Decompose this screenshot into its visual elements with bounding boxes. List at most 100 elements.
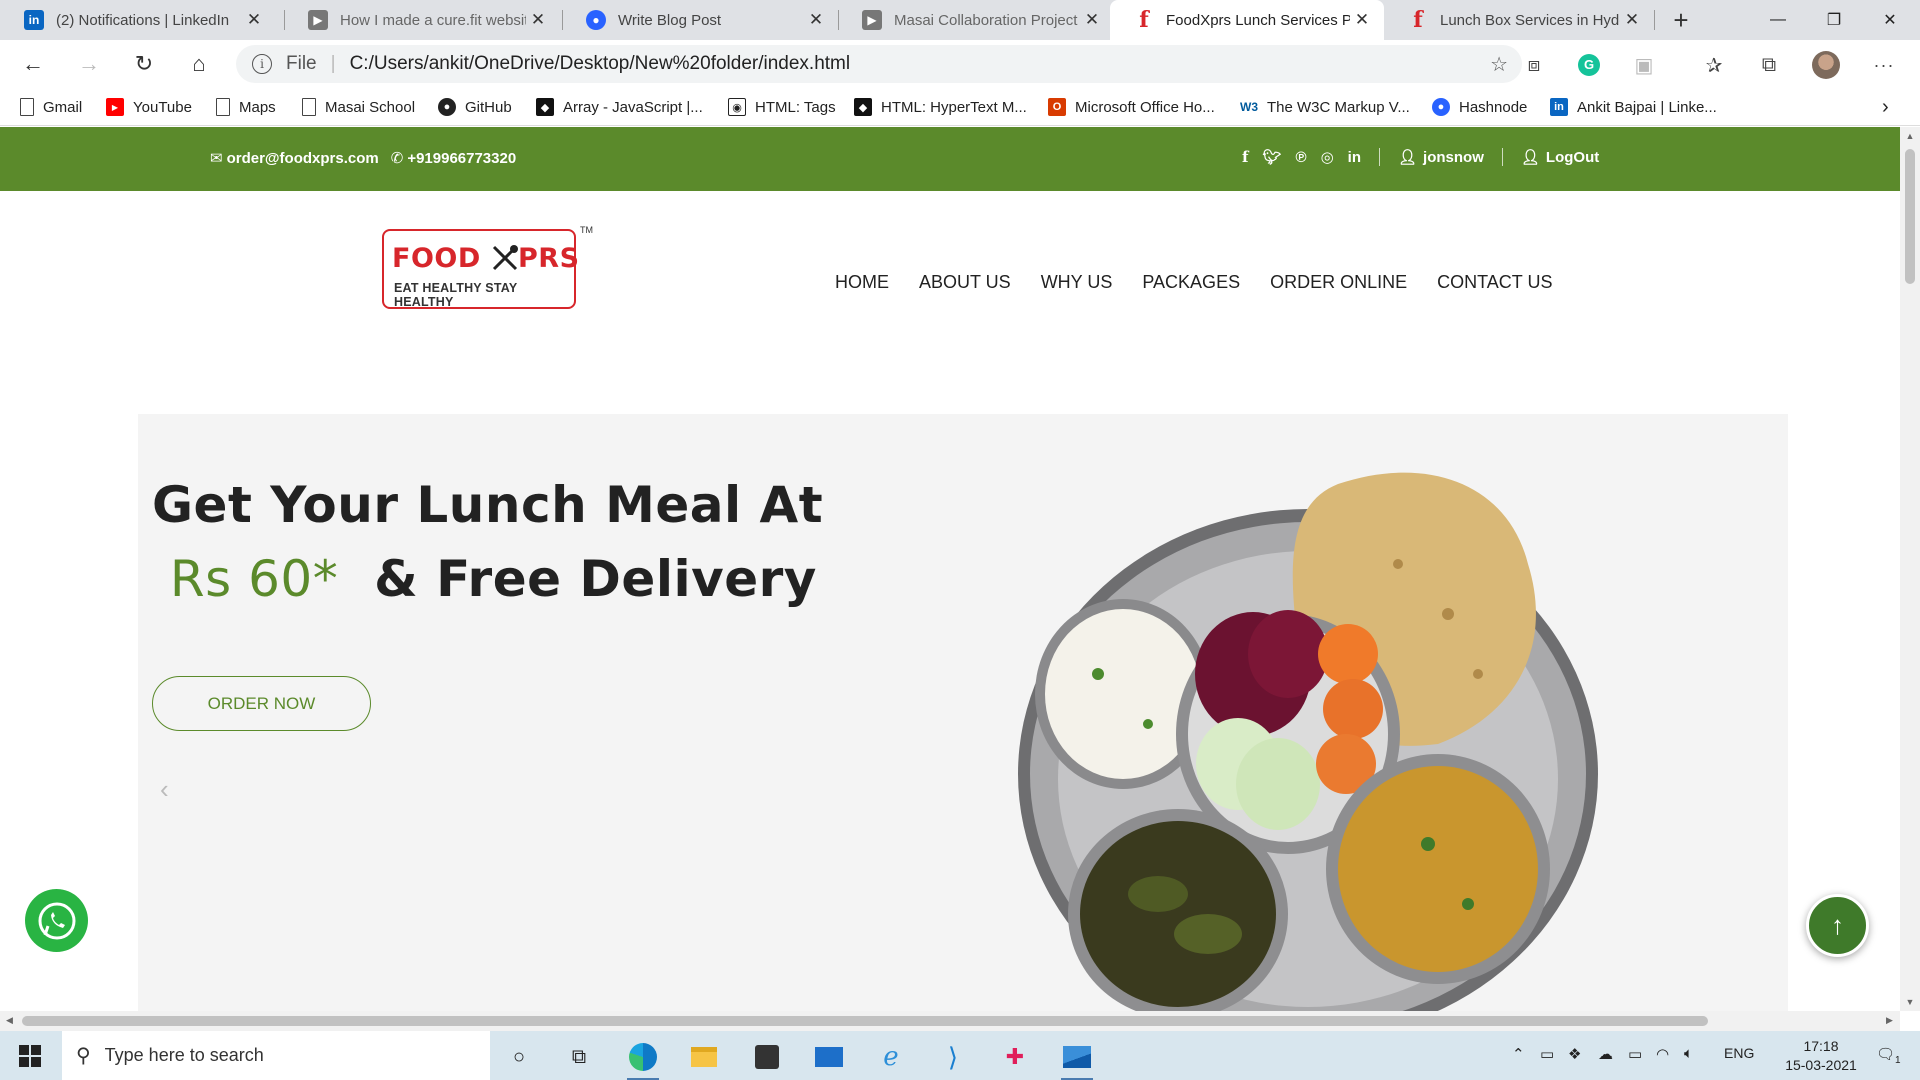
back-button[interactable]: ← [16,48,50,80]
task-view-icon[interactable]: ⧉ [555,1036,603,1078]
phone-icon: ✆ [390,150,404,167]
scroll-left-icon[interactable]: ◀ [6,1015,13,1026]
nav-contact-us[interactable]: CONTACT US [1437,272,1552,293]
store-icon[interactable] [743,1036,791,1078]
address-bar[interactable]: i File | C:/Users/ankit/OneDrive/Desktop… [236,45,1522,83]
scroll-to-top-button[interactable]: ↑ [1806,894,1869,957]
close-icon[interactable]: ✕ [242,10,266,30]
scroll-up-icon[interactable]: ▲ [1900,131,1920,141]
tab-curefit[interactable]: ▶ How I made a cure.fit website ✕ [284,0,560,40]
bookmark-html-hypertext[interactable]: ◆ HTML: HyperText M... [854,96,1027,118]
bookmark-github[interactable]: ● GitHub [438,96,512,118]
battery-icon[interactable]: ▭ [1628,1045,1642,1063]
bookmark-array[interactable]: ◆ Array - JavaScript |... [536,96,703,118]
nav-about-us[interactable]: ABOUT US [919,272,1011,293]
logo-brand-food: FOOD [392,243,481,274]
extension-icon[interactable]: ▣ [1630,52,1658,78]
onedrive-icon[interactable]: ☁ [1598,1045,1613,1063]
close-icon[interactable]: ✕ [526,10,550,30]
forward-button[interactable]: → [72,48,106,80]
close-icon[interactable]: ✕ [1620,10,1644,30]
carousel-prev-icon[interactable]: ‹ [160,774,169,805]
scroll-right-icon[interactable]: ▶ [1886,1015,1893,1026]
bookmark-w3c[interactable]: W3 The W3C Markup V... [1240,96,1410,118]
site-logo[interactable]: FOOD PRS EAT HEALTHY STAY HEALTHY TM [382,225,593,309]
add-favorite-icon[interactable]: ☆ [1490,52,1508,77]
tab-lunchbox[interactable]: f Lunch Box Services in Hydera ✕ [1384,0,1654,40]
linkedin-icon[interactable]: in [1348,149,1361,166]
mail-icon[interactable] [805,1036,853,1078]
scrollbar-thumb[interactable] [1905,149,1915,284]
wifi-icon[interactable]: ◠ [1656,1045,1669,1063]
volume-icon[interactable]: 🔈︎ [1684,1045,1693,1062]
close-window-button[interactable]: ✕ [1862,0,1918,40]
username-link[interactable]: jonsnow [1423,149,1484,166]
file-explorer-icon[interactable] [680,1036,728,1078]
bookmark-gmail[interactable]: Gmail [20,96,82,118]
order-now-button[interactable]: ORDER NOW [152,676,371,731]
facebook-icon[interactable]: f [1242,148,1248,166]
dropbox-icon[interactable]: ❖ [1568,1045,1581,1063]
nav-why-us[interactable]: WHY US [1041,272,1113,293]
tab-masai[interactable]: ▶ Masai Collaboration Project - ✕ [838,0,1114,40]
email-link[interactable]: order@foodxprs.com [227,150,379,167]
tab-linkedin[interactable]: in (2) Notifications | LinkedIn ✕ [0,0,276,40]
nav-order-online[interactable]: ORDER ONLINE [1270,272,1407,293]
taskbar-search-input[interactable]: ⚲ Type here to search [62,1031,490,1080]
profile-avatar[interactable] [1812,51,1840,79]
start-button[interactable] [10,1041,50,1071]
scroll-down-icon[interactable]: ▼ [1900,997,1920,1007]
more-menu-icon[interactable]: ··· [1870,52,1898,78]
address-toolbar: ← → ↻ ⌂ i File | C:/Users/ankit/OneDrive… [0,40,1920,88]
internet-explorer-icon[interactable]: e [867,1036,915,1078]
close-icon[interactable]: ✕ [1080,10,1104,30]
restore-button[interactable]: ❐ [1806,0,1862,40]
bookmark-html-tags[interactable]: ◉ HTML: Tags [728,96,836,118]
language-indicator[interactable]: ENG [1724,1045,1754,1061]
tab-foodxprs-active[interactable]: f FoodXprs Lunch Services Pvt ✕ [1110,0,1384,40]
grammarly-icon[interactable]: G [1575,52,1603,78]
tab-write-blog[interactable]: ● Write Blog Post ✕ [562,0,838,40]
pinterest-icon[interactable]: ℗ [1296,149,1307,166]
nav-home[interactable]: HOME [835,272,889,293]
nav-packages[interactable]: PACKAGES [1142,272,1240,293]
headline-line1: Get Your Lunch Meal At [152,476,824,534]
bookmark-maps[interactable]: Maps [216,96,276,118]
bookmark-masai[interactable]: Masai School [302,96,415,118]
screenshot-icon[interactable]: ⧈ [1520,52,1548,78]
bookmark-hashnode[interactable]: ● Hashnode [1432,96,1527,118]
phone-link[interactable]: +919966773320 [407,150,516,167]
meet-now-icon[interactable]: ▭ [1540,1045,1554,1063]
scrollbar-thumb[interactable] [22,1016,1708,1026]
new-tab-button[interactable]: + [1663,0,1699,40]
close-icon[interactable]: ✕ [1350,10,1374,30]
office-icon: O [1048,98,1066,116]
bookmark-office[interactable]: O Microsoft Office Ho... [1048,96,1215,118]
clock[interactable]: 17:18 15-03-2021 [1776,1037,1866,1075]
info-icon[interactable]: i [252,54,272,74]
vertical-scrollbar[interactable]: ▲ ▼ [1900,127,1920,1011]
tab-label: (2) Notifications | LinkedIn [56,11,230,29]
bookmark-linkedin[interactable]: in Ankit Bajpai | Linke... [1550,96,1717,118]
bookmark-youtube[interactable]: ▶ YouTube [106,96,192,118]
close-icon[interactable]: ✕ [804,10,828,30]
twitter-icon[interactable]: 🐦︎ [1262,148,1281,166]
minimize-button[interactable]: — [1750,0,1806,40]
favorites-icon[interactable]: ✰ [1700,52,1728,78]
collections-icon[interactable]: ⧉ [1755,52,1783,78]
slack-icon[interactable]: ✚ [991,1036,1039,1078]
search-placeholder: Type here to search [104,1045,264,1065]
refresh-button[interactable]: ↻ [127,48,161,80]
chevron-right-icon[interactable]: › [1882,96,1889,118]
instagram-icon[interactable]: ◎ [1321,148,1334,166]
chevron-up-icon[interactable]: ⌃ [1512,1045,1525,1063]
logout-link[interactable]: LogOut [1546,149,1599,166]
edge-icon[interactable] [619,1036,667,1080]
home-button[interactable]: ⌂ [182,48,216,80]
cortana-icon[interactable]: ○ [495,1036,543,1078]
notifications-icon[interactable]: 🗨︎1 [1876,1045,1901,1066]
photos-icon[interactable] [1053,1036,1101,1080]
vscode-icon[interactable]: ⟩ [929,1036,977,1078]
horizontal-scrollbar[interactable]: ◀ ▶ [0,1011,1900,1031]
whatsapp-icon[interactable] [25,889,88,952]
